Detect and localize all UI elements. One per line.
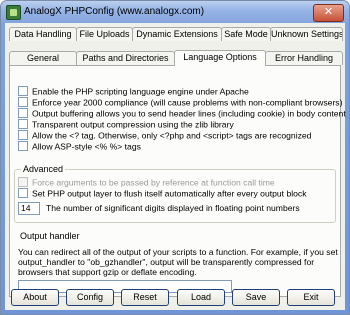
reset-button[interactable]: Reset	[121, 289, 169, 306]
option-force-args-by-ref[interactable]: Force arguments to be passed by referenc…	[18, 176, 275, 188]
output-handler-legend: Output handler	[18, 231, 82, 241]
exit-button[interactable]: Exit	[287, 289, 335, 306]
checkbox[interactable]	[18, 118, 28, 129]
app-window: AnalogX PHPConfig (www.analogx.com) ✕ Da…	[0, 0, 350, 315]
precision-input[interactable]: 14	[18, 202, 40, 215]
option-zlib-compression[interactable]: Transparent output compression using the…	[18, 118, 234, 130]
about-button[interactable]: About	[11, 289, 59, 306]
tab-unknown-settings[interactable]: Unknown Settings	[270, 27, 343, 41]
tab-language-options[interactable]: Language Options	[174, 50, 266, 66]
tab-row-front: General Paths and Directories Language O…	[9, 50, 343, 66]
tab-error-handling[interactable]: Error Handling	[265, 51, 343, 65]
save-button[interactable]: Save	[232, 289, 280, 306]
checkbox[interactable]	[18, 129, 28, 140]
language-options-panel: Enable the PHP scripting language engine…	[9, 65, 346, 297]
checkbox[interactable]	[18, 107, 28, 118]
checkbox[interactable]	[18, 187, 28, 198]
load-button[interactable]: Load	[177, 289, 225, 306]
tab-paths-and-directories[interactable]: Paths and Directories	[76, 51, 175, 65]
close-button[interactable]: ✕	[313, 4, 344, 22]
option-asp-tags[interactable]: Allow ASP-style <% %> tags	[18, 140, 141, 152]
option-output-buffering[interactable]: Output buffering allows you to send head…	[18, 107, 346, 119]
output-handler-description: You can redirect all of the output of yo…	[18, 247, 338, 277]
option-implicit-flush[interactable]: Set PHP output layer to flush itself aut…	[18, 187, 307, 199]
app-icon	[6, 5, 21, 20]
checkbox[interactable]	[18, 96, 28, 107]
option-enable-engine[interactable]: Enable the PHP scripting language engine…	[18, 85, 249, 97]
option-short-open-tag[interactable]: Allow the <? tag. Otherwise, only <?php …	[18, 129, 311, 141]
checkbox[interactable]	[18, 85, 28, 96]
advanced-legend: Advanced	[21, 164, 66, 174]
option-y2k-compliance[interactable]: Enforce year 2000 compliance (will cause…	[18, 96, 342, 108]
checkbox[interactable]	[18, 176, 28, 187]
tab-file-uploads[interactable]: File Uploads	[76, 27, 133, 41]
tab-data-handling[interactable]: Data Handling	[9, 27, 77, 41]
config-button[interactable]: Config	[66, 289, 114, 306]
checkbox[interactable]	[18, 140, 28, 151]
tab-general[interactable]: General	[9, 51, 77, 65]
dialog-client: Data Handling File Uploads Dynamic Exten…	[5, 23, 346, 310]
tab-row-back: Data Handling File Uploads Dynamic Exten…	[9, 27, 343, 41]
precision-label: The number of significant digits display…	[46, 203, 300, 213]
title-bar[interactable]: AnalogX PHPConfig (www.analogx.com) ✕	[1, 1, 349, 23]
tab-dynamic-extensions[interactable]: Dynamic Extensions	[132, 27, 222, 41]
window-title: AnalogX PHPConfig (www.analogx.com)	[24, 6, 205, 17]
tab-safe-mode[interactable]: Safe Mode	[221, 27, 271, 41]
